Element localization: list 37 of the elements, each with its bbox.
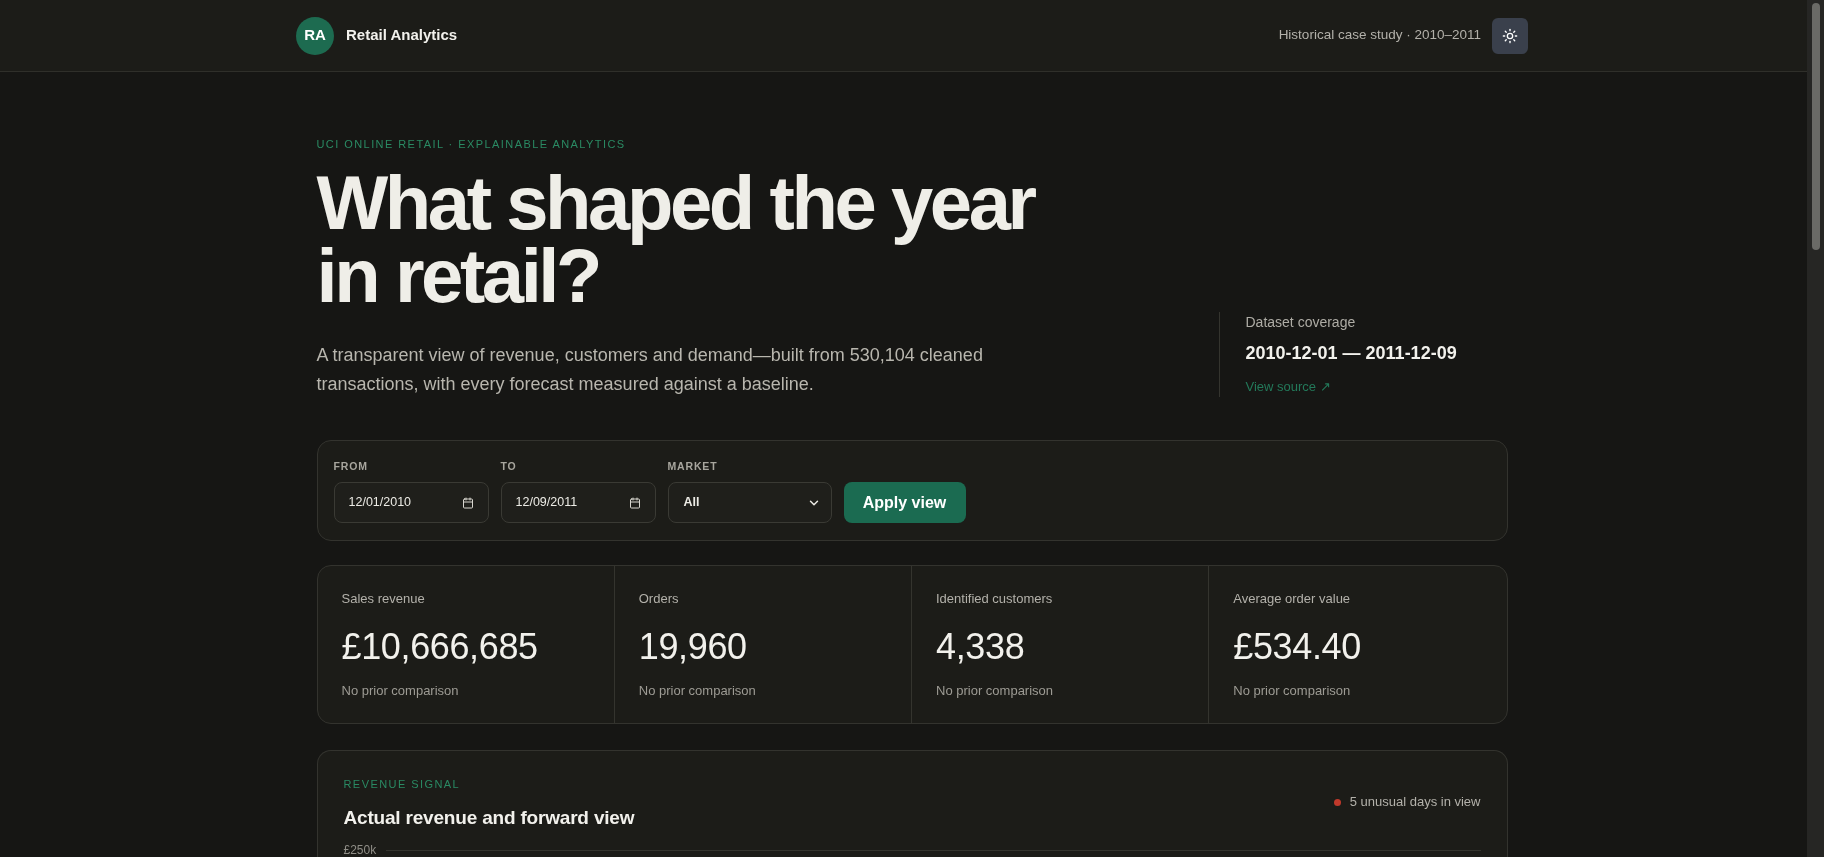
field-label: TO: [500, 460, 518, 472]
kpi-note: No prior comparison: [1233, 682, 1352, 700]
kpi-label: Orders: [638, 590, 680, 608]
calendar-icon: [628, 496, 641, 509]
kpi-note: No prior comparison: [341, 682, 460, 700]
scrollbar-thumb[interactable]: [1811, 3, 1820, 250]
intro-paragraph: A transparent view of revenue, customers and demand—built from 530,104 cleaned transactions, with every forecast measured against a baseline.: [316, 344, 984, 396]
date-field[interactable]: 12/01/2010: [333, 482, 489, 523]
kpi-label: Average order value: [1233, 590, 1352, 608]
theme-toggle-button[interactable]: [1492, 17, 1528, 54]
brand-name: Retail Analytics: [346, 25, 458, 46]
chart-title: Actual revenue and forward view: [343, 806, 635, 830]
field-label: MARKET: [667, 460, 719, 472]
kpi-note: No prior comparison: [638, 682, 757, 700]
calendar-icon: [461, 496, 474, 509]
apply-view-button[interactable]: Apply view: [843, 482, 966, 523]
kpi-value: 19,960: [638, 625, 747, 669]
date-field[interactable]: 12/09/2011: [500, 482, 656, 523]
kpi-value: £10,666,685: [341, 625, 538, 669]
market-select[interactable]: All: [667, 482, 832, 523]
kpi-label: Sales revenue: [341, 590, 426, 608]
kpi-label: Identified customers: [936, 590, 1054, 608]
logo-avatar[interactable]: RA: [296, 16, 334, 55]
y-axis-tick-label: £250k: [343, 843, 377, 857]
coverage-label: Dataset coverage: [1245, 313, 1357, 332]
kpi-note: No prior comparison: [936, 682, 1055, 700]
coverage-range: 2010-12-01 — 2011-12-09: [1245, 342, 1458, 365]
case-study-note: Historical case study · 2010–2011: [1278, 26, 1481, 45]
page-headline: What shaped the year in retail?: [316, 166, 1036, 312]
section-eyebrow: REVENUE SIGNAL: [343, 778, 462, 790]
field-label: FROM: [333, 460, 369, 472]
sun-icon: [1502, 27, 1518, 44]
scrollbar[interactable]: [1807, 0, 1824, 857]
kpi-value: 4,338: [936, 625, 1025, 669]
kpi-value: £534.40: [1233, 625, 1361, 669]
eyebrow-label: UCI ONLINE RETAIL · EXPLAINABLE ANALYTICS: [316, 138, 627, 150]
anomaly-count: 5 unusual days in view: [1349, 793, 1481, 811]
